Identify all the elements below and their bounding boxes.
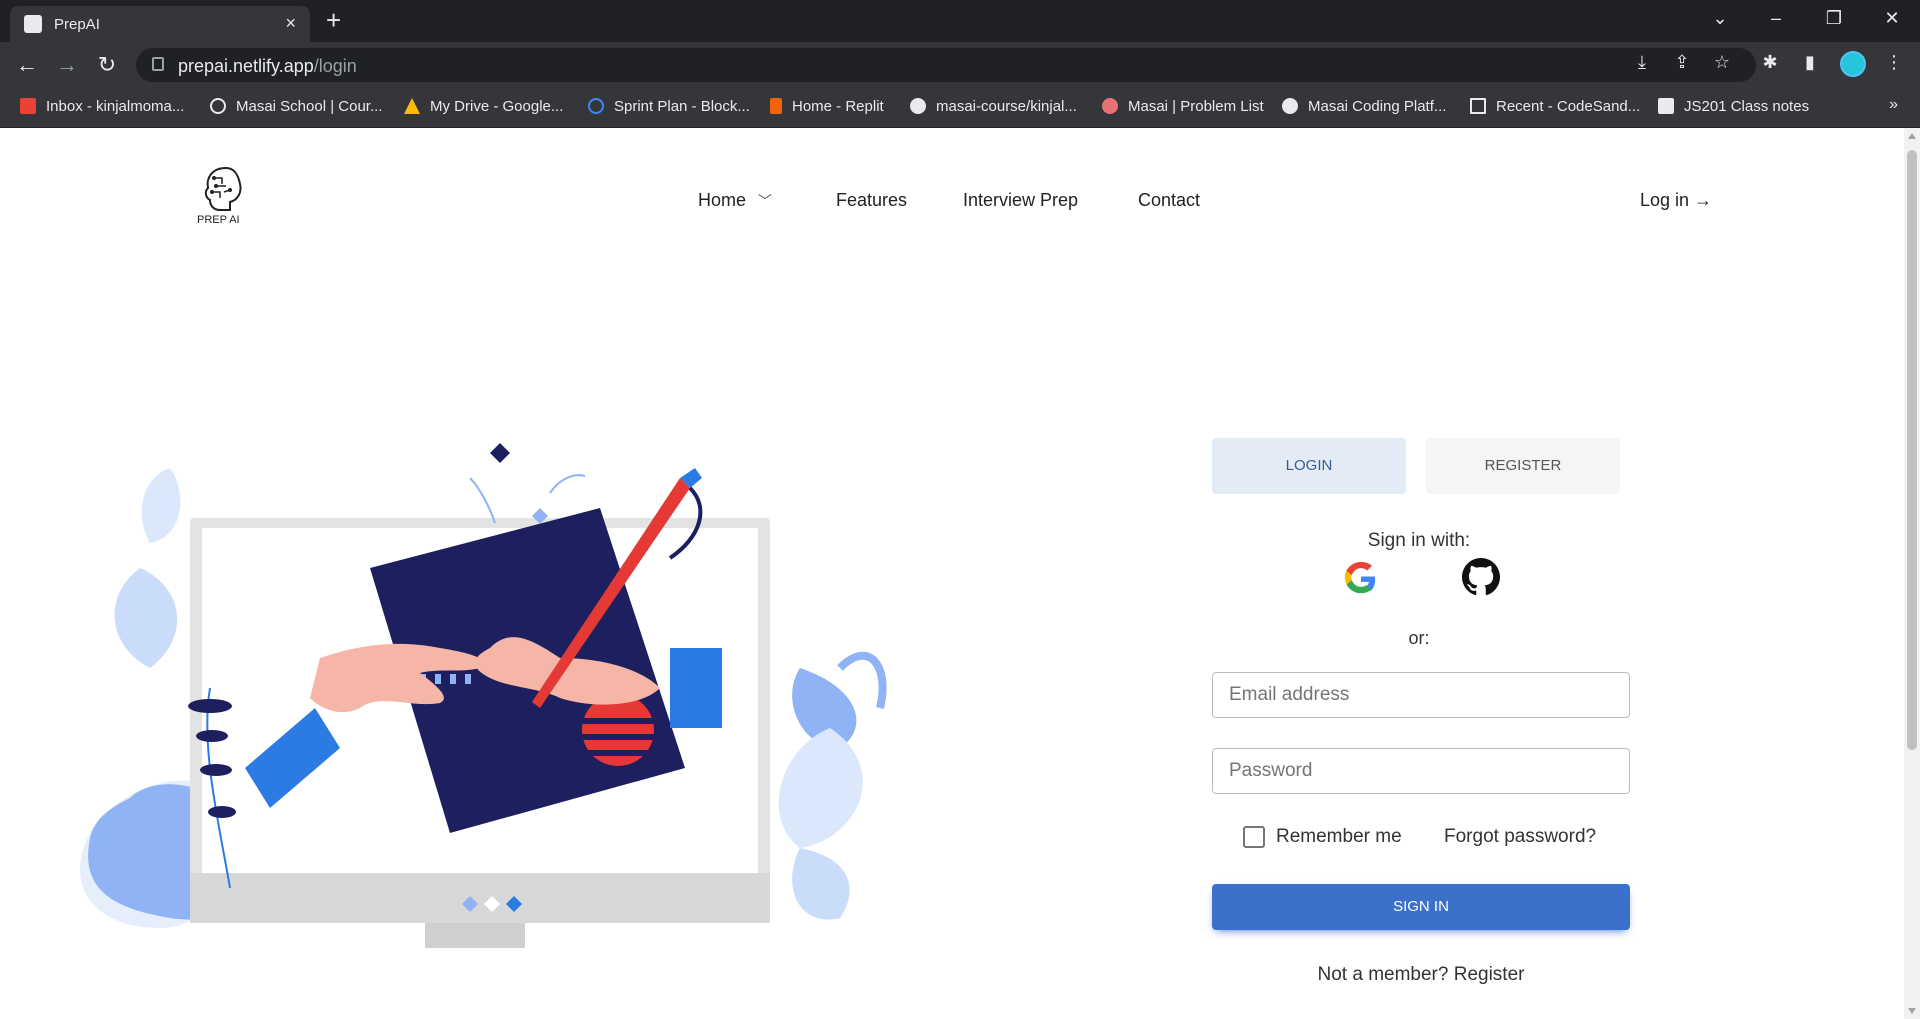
bookmark-item[interactable]: Masai Coding Platf... — [1282, 98, 1446, 115]
close-window-icon[interactable]: ✕ — [1872, 8, 1912, 29]
forward-icon[interactable]: → — [52, 52, 82, 78]
browser-toolbar: ← → ↻ prepai.netlify.app/login ⤓ ⇪ ☆ ✱ ▮… — [0, 42, 1920, 88]
tab-login[interactable]: LOGIN — [1212, 438, 1406, 494]
back-icon[interactable]: ← — [12, 52, 42, 78]
nav-interview-prep[interactable]: Interview Prep — [963, 190, 1078, 211]
reload-icon[interactable]: ↻ — [92, 52, 122, 78]
codesandbox-icon — [1470, 98, 1486, 114]
page-scrollbar[interactable] — [1904, 128, 1920, 1019]
bookmarks-overflow-icon[interactable]: » — [1889, 96, 1898, 114]
bookmark-item[interactable]: Home - Replit — [770, 98, 884, 115]
scroll-down-icon[interactable] — [1908, 1008, 1916, 1014]
github-icon — [910, 98, 926, 114]
google-icon[interactable] — [1344, 562, 1378, 596]
bookmarks-bar: Inbox - kinjalmoma... Masai School | Cou… — [0, 88, 1920, 128]
install-icon[interactable]: ⤓ — [1628, 52, 1656, 73]
gmail-icon — [20, 98, 36, 114]
replit-icon — [770, 98, 782, 114]
side-panel-icon[interactable]: ▮ — [1796, 52, 1824, 73]
close-tab-icon[interactable]: × — [285, 13, 296, 34]
address-bar[interactable]: prepai.netlify.app/login — [136, 48, 1756, 82]
logo-text: PREP AI — [197, 214, 240, 226]
nav-home[interactable]: Home ﹀ — [698, 190, 772, 211]
notion-icon — [1658, 98, 1674, 114]
profile-avatar[interactable] — [1840, 51, 1866, 77]
sprint-icon — [588, 98, 604, 114]
or-label: or: — [1408, 628, 1430, 648]
sign-in-button[interactable]: SIGN IN — [1212, 884, 1630, 930]
bookmark-item[interactable]: Masai School | Cour... — [210, 98, 382, 115]
forgot-password-link[interactable]: Forgot password? — [1444, 826, 1596, 848]
bookmark-item[interactable]: JS201 Class notes — [1658, 98, 1809, 115]
email-field[interactable] — [1212, 672, 1630, 718]
new-tab-button[interactable]: + — [326, 6, 341, 34]
bookmark-star-icon[interactable]: ☆ — [1708, 52, 1736, 73]
menu-kebab-icon[interactable]: ⋮ — [1880, 52, 1908, 73]
masai-problem-icon — [1102, 98, 1118, 114]
tab-register[interactable]: REGISTER — [1426, 438, 1620, 494]
nav-contact[interactable]: Contact — [1138, 190, 1200, 211]
masai-m-icon — [1282, 98, 1298, 114]
bookmark-item[interactable]: masai-course/kinjal... — [910, 98, 1077, 115]
share-icon[interactable]: ⇪ — [1668, 52, 1696, 73]
bookmark-item[interactable]: Sprint Plan - Block... — [588, 98, 750, 115]
url-text[interactable]: prepai.netlify.app/login — [178, 56, 357, 77]
bookmark-item[interactable]: Masai | Problem List — [1102, 98, 1264, 115]
extensions-icon[interactable]: ✱ — [1756, 52, 1784, 73]
hero-illustration — [80, 443, 887, 948]
remember-me-label[interactable]: Remember me — [1276, 826, 1402, 848]
login-link[interactable]: Log in → — [1640, 190, 1712, 211]
minimize-icon[interactable]: – — [1756, 8, 1796, 29]
scrollbar-thumb[interactable] — [1907, 150, 1917, 750]
github-icon[interactable] — [1462, 558, 1500, 596]
lock-icon — [152, 57, 164, 71]
chevron-down-icon: ﹀ — [758, 193, 773, 209]
bookmark-item[interactable]: Inbox - kinjalmoma... — [20, 98, 184, 115]
scroll-up-icon[interactable] — [1908, 133, 1916, 139]
page-content: PREP AI Home ﹀ Features Interview Prep Co… — [0, 128, 1904, 1019]
password-field[interactable] — [1212, 748, 1630, 794]
sign-in-with-label: Sign in with: — [1367, 530, 1471, 551]
bookmark-item[interactable]: Recent - CodeSand... — [1470, 98, 1640, 115]
masai-icon — [210, 98, 226, 114]
tab-search-icon[interactable]: ⌄ — [1700, 8, 1740, 29]
browser-tab-strip: PrepAI × + ⌄ – ❐ ✕ — [0, 0, 1920, 42]
bookmark-item[interactable]: My Drive - Google... — [404, 98, 563, 115]
nav-features[interactable]: Features — [836, 190, 907, 211]
remember-me-checkbox[interactable] — [1243, 826, 1265, 848]
browser-tab[interactable]: PrepAI × — [10, 6, 310, 42]
restore-icon[interactable]: ❐ — [1814, 8, 1854, 29]
tab-title: PrepAI — [54, 16, 100, 33]
prepai-favicon-icon — [24, 15, 42, 33]
google-drive-icon — [404, 98, 420, 114]
register-link[interactable]: Not a member? Register — [1212, 964, 1630, 986]
